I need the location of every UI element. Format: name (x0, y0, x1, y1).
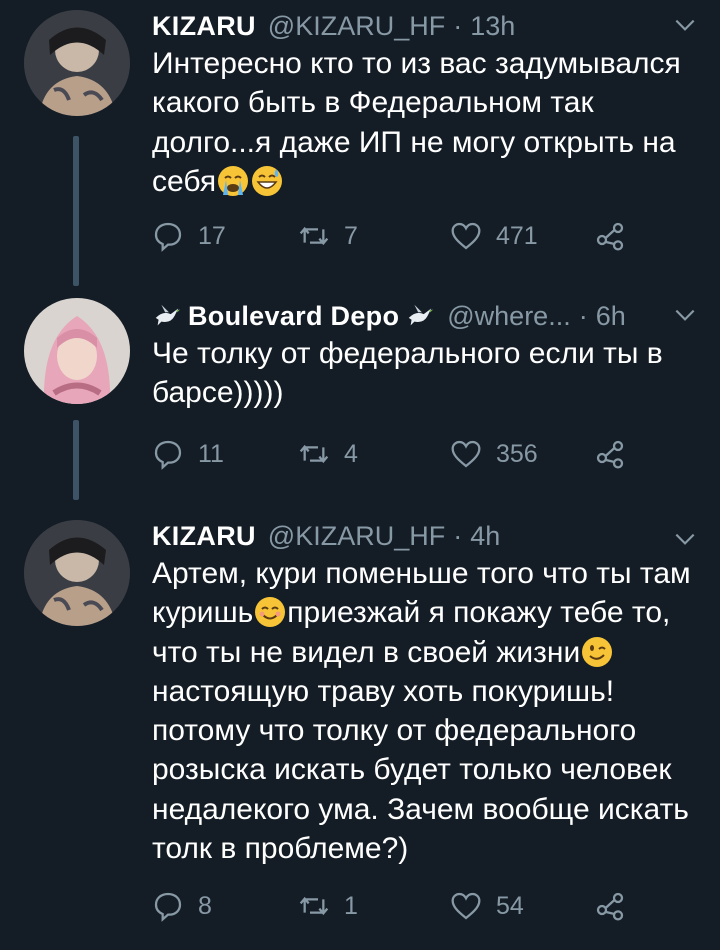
author-handle[interactable]: @KIZARU_HF (268, 519, 445, 553)
smiling-face-icon (255, 597, 286, 628)
chevron-down-icon[interactable] (672, 302, 698, 328)
tweet-actions: 17 7 471 (152, 216, 632, 256)
tweet-time[interactable]: 13h (470, 9, 515, 43)
like-count: 471 (496, 221, 538, 250)
like-button[interactable]: 356 (450, 434, 538, 474)
loudly-crying-face-icon (218, 165, 249, 196)
author-handle[interactable]: @where... (447, 299, 570, 333)
reply-button[interactable]: 17 (152, 216, 226, 256)
dove-icon (409, 304, 434, 326)
retweet-icon (299, 896, 329, 916)
share-button[interactable] (594, 434, 626, 474)
tweet-text: Артем, кури поменьше того что ты там кур… (152, 554, 692, 868)
reply-count: 8 (198, 891, 212, 920)
reply-icon (154, 440, 182, 470)
reply-icon (154, 222, 182, 252)
tweet-actions: 8 1 54 (152, 886, 632, 926)
like-count: 54 (496, 891, 524, 920)
heart-icon (451, 222, 481, 250)
retweet-button[interactable]: 1 (298, 886, 358, 926)
author-name[interactable]: KIZARU (152, 9, 256, 43)
heart-icon (451, 892, 481, 920)
tweet-text-segment: настоящую траву хоть покуришь! потому чт… (152, 674, 689, 866)
thread-line (73, 420, 79, 500)
reply-button[interactable]: 8 (152, 886, 212, 926)
like-button[interactable]: 54 (450, 886, 524, 926)
reply-count: 17 (198, 221, 226, 250)
winking-face-icon (582, 636, 613, 667)
reply-button[interactable]: 11 (152, 434, 224, 474)
like-count: 356 (496, 439, 538, 468)
share-icon (596, 222, 624, 251)
separator-dot: · (578, 301, 588, 331)
heart-icon (451, 440, 481, 468)
tweet-actions: 11 4 356 (152, 434, 632, 474)
grinning-sweat-face-icon (252, 165, 283, 196)
author-name[interactable]: KIZARU (152, 519, 256, 553)
avatar-boulevard-depo[interactable] (24, 298, 130, 404)
like-button[interactable]: 471 (450, 216, 538, 256)
retweet-button[interactable]: 7 (298, 216, 358, 256)
tweet-text: Интересно кто то из вас задумывался како… (152, 44, 692, 201)
dove-icon (155, 304, 181, 326)
tweet-header: KIZARU @KIZARU_HF · 13h (152, 6, 515, 46)
share-button[interactable] (594, 216, 626, 256)
share-icon (596, 440, 624, 469)
retweet-count: 4 (344, 439, 358, 468)
avatar-kizaru[interactable] (24, 520, 130, 626)
tweet-time[interactable]: 4h (470, 519, 500, 553)
separator-dot: · (453, 521, 463, 551)
tweet-time[interactable]: 6h (596, 299, 626, 333)
reply-icon (154, 892, 182, 922)
chevron-down-icon[interactable] (672, 12, 698, 38)
author-name[interactable]: Boulevard Depo (188, 299, 399, 333)
retweet-count: 1 (344, 891, 358, 920)
tweet-text: Че толку от федерального если ты в барсе… (152, 337, 663, 410)
thread-line (73, 136, 79, 286)
share-icon (596, 892, 624, 921)
reply-count: 11 (198, 439, 224, 468)
avatar-kizaru[interactable] (24, 10, 130, 116)
retweet-icon (299, 444, 329, 464)
tweet-header: Boulevard Depo @where... · 6h (152, 296, 626, 336)
retweet-count: 7 (344, 221, 358, 250)
tweet-2[interactable]: Boulevard Depo @where... · 6h Че толку о… (0, 296, 720, 500)
tweet-3[interactable]: KIZARU @KIZARU_HF · 4h Артем, кури помен… (0, 516, 720, 946)
tweet-1[interactable]: KIZARU @KIZARU_HF · 13h Интересно кто то… (0, 6, 720, 286)
chevron-down-icon[interactable] (672, 526, 698, 552)
separator-dot: · (453, 11, 463, 41)
author-handle[interactable]: @KIZARU_HF (268, 9, 445, 43)
share-button[interactable] (594, 886, 626, 926)
tweet-header: KIZARU @KIZARU_HF · 4h (152, 516, 500, 556)
retweet-icon (299, 226, 329, 246)
retweet-button[interactable]: 4 (298, 434, 358, 474)
tweet-thread: KIZARU @KIZARU_HF · 13h Интересно кто то… (0, 0, 720, 950)
